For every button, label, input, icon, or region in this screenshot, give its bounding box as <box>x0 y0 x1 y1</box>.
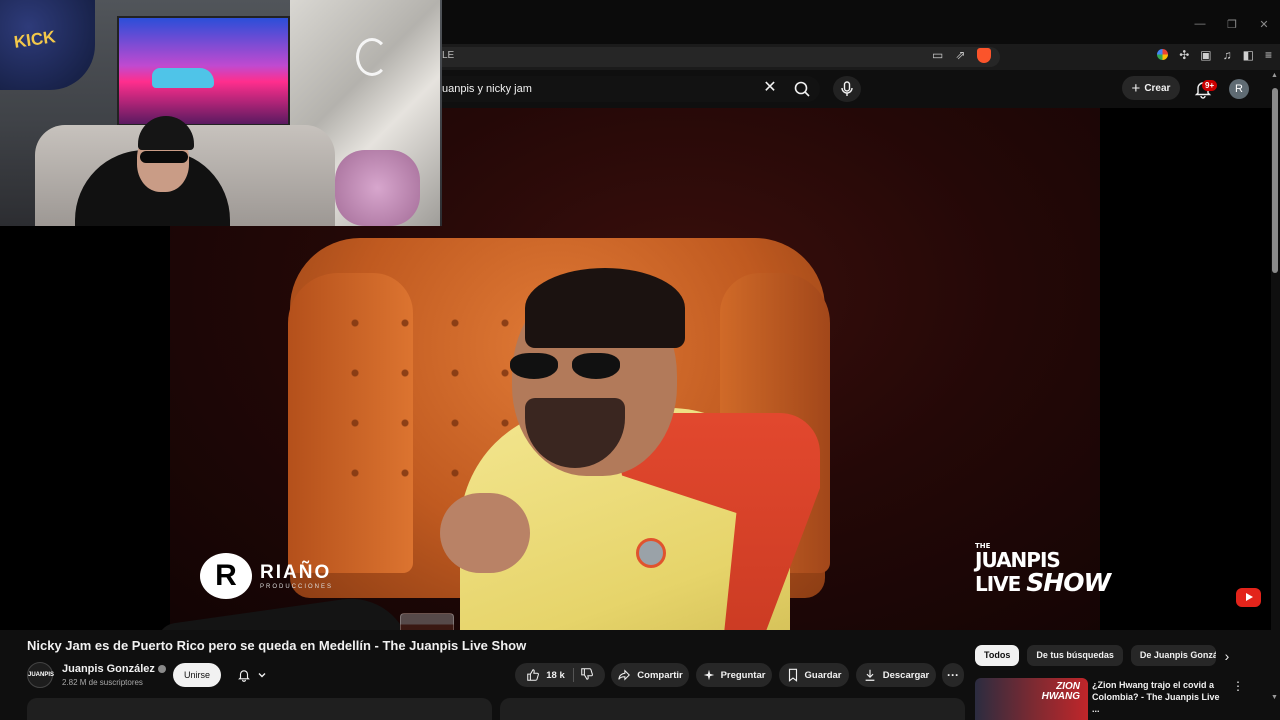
clear-search-button[interactable]: ✕ <box>761 79 779 97</box>
chip-todos[interactable]: Todos <box>975 645 1020 666</box>
chevron-right-icon[interactable]: › <box>1220 648 1234 668</box>
plus-icon: + <box>1131 79 1141 97</box>
comments-panel[interactable] <box>500 698 965 720</box>
ring-light <box>356 38 388 76</box>
minimize-button[interactable]: — <box>1194 18 1206 31</box>
drink-glass <box>400 613 454 630</box>
chevron-down-icon <box>258 673 266 678</box>
address-icons: ▭ ⇗ <box>932 48 992 63</box>
music-icon[interactable]: ♫ <box>1223 48 1232 62</box>
riano-subtitle: PRODUCCIONES <box>260 584 334 590</box>
subscription-bell-dropdown[interactable] <box>228 663 276 687</box>
share-arrow-icon <box>618 669 631 681</box>
like-button[interactable]: 18 k <box>526 668 574 682</box>
extension-icons: ✣ ▣ ♫ ◧ ≡ <box>1157 48 1272 62</box>
pink-pillow <box>335 150 420 226</box>
download-icon <box>865 669 875 681</box>
dislike-button[interactable] <box>580 667 594 684</box>
description-panel[interactable] <box>27 698 492 720</box>
join-button[interactable]: Unirse <box>173 663 221 687</box>
thumbs-up-icon <box>527 669 540 681</box>
search-query[interactable]: uanpis y nicky jam <box>442 83 532 95</box>
channel-name[interactable]: Juanpis González <box>62 663 166 675</box>
more-actions-button[interactable]: ··· <box>942 663 964 687</box>
sparkle-icon <box>703 669 714 681</box>
riano-logo: R <box>200 553 252 599</box>
like-dislike-group: 18 k <box>515 663 605 687</box>
download-button[interactable]: Descargar <box>856 663 936 687</box>
window-controls: — ❐ ✕ <box>1194 18 1280 31</box>
save-button[interactable]: Guardar <box>779 663 849 687</box>
bell-icon <box>238 670 250 682</box>
recommendation-chips: Todos De tus búsquedas De Juanpis Gonzál… <box>975 645 1216 666</box>
guest-hand <box>440 493 530 573</box>
brave-shield-icon[interactable] <box>977 48 992 63</box>
bookmark-icon <box>788 668 797 682</box>
restore-button[interactable]: ❐ <box>1226 18 1238 31</box>
riano-watermark: R RIAÑO PRODUCCIONES <box>200 553 333 599</box>
menu-icon[interactable]: ≡ <box>1265 48 1272 62</box>
chip-from-searches[interactable]: De tus búsquedas <box>1027 645 1123 666</box>
channel-avatar[interactable]: JUANPIS <box>27 662 54 688</box>
extensions-puzzle-icon[interactable]: ✣ <box>1179 48 1189 62</box>
color-extension-icon[interactable] <box>1157 49 1169 60</box>
show-logo: THE JUANPIS LIVE SHOW <box>975 542 1111 597</box>
create-label: Crear <box>1144 82 1171 94</box>
guest-hair <box>525 268 685 348</box>
verified-icon <box>157 665 166 674</box>
share-button[interactable]: Compartir <box>611 663 689 687</box>
tv-car <box>152 68 214 88</box>
thumbs-down-icon <box>580 667 593 680</box>
guest-watch <box>636 538 666 568</box>
share-page-icon[interactable]: ⇗ <box>955 48 965 63</box>
url-field[interactable] <box>430 47 1000 67</box>
webcam-overlay: KICK <box>0 0 442 226</box>
video-title: Nicky Jam es de Puerto Rico pero se qued… <box>27 638 527 653</box>
chip-from-channel[interactable]: De Juanpis Gonzále <box>1130 645 1216 666</box>
notification-badge: 9+ <box>1202 80 1218 91</box>
cast-icon[interactable]: ▭ <box>932 48 943 63</box>
scrollbar-thumb[interactable] <box>1272 88 1278 273</box>
search-icon <box>794 81 810 97</box>
search-button[interactable] <box>788 76 816 102</box>
microphone-icon <box>841 81 853 96</box>
close-window-button[interactable]: ✕ <box>1258 18 1270 31</box>
youtube-play-icon[interactable] <box>1236 588 1261 607</box>
kebab-menu-icon[interactable]: ⋮ <box>1231 679 1245 693</box>
voice-search-button[interactable] <box>833 76 861 102</box>
guest-sunglasses <box>510 353 625 381</box>
create-button[interactable]: + Crear <box>1122 76 1180 100</box>
scroll-up-arrow[interactable]: ▲ <box>1271 72 1278 79</box>
wallet-icon[interactable]: ▣ <box>1200 48 1211 62</box>
neon-sign-text: KICK <box>12 27 57 52</box>
streamer-sunglasses <box>140 151 188 163</box>
scroll-down-arrow[interactable]: ▼ <box>1271 694 1278 701</box>
like-count: 18 k <box>546 669 565 681</box>
riano-name: RIAÑO <box>260 562 332 583</box>
neon-sign: KICK <box>0 0 95 90</box>
ask-button[interactable]: Preguntar <box>696 663 772 687</box>
subscriber-count: 2.82 M de suscriptores <box>62 678 143 687</box>
account-avatar[interactable]: R <box>1229 79 1249 99</box>
url-text[interactable]: LE <box>442 50 454 61</box>
sidebar-icon[interactable]: ◧ <box>1243 48 1254 62</box>
recommendation-thumbnail[interactable]: ZION HWANG <box>975 678 1088 720</box>
recommendation-title[interactable]: ¿Zion Hwang trajo el covid a Colombia? -… <box>1092 679 1227 715</box>
